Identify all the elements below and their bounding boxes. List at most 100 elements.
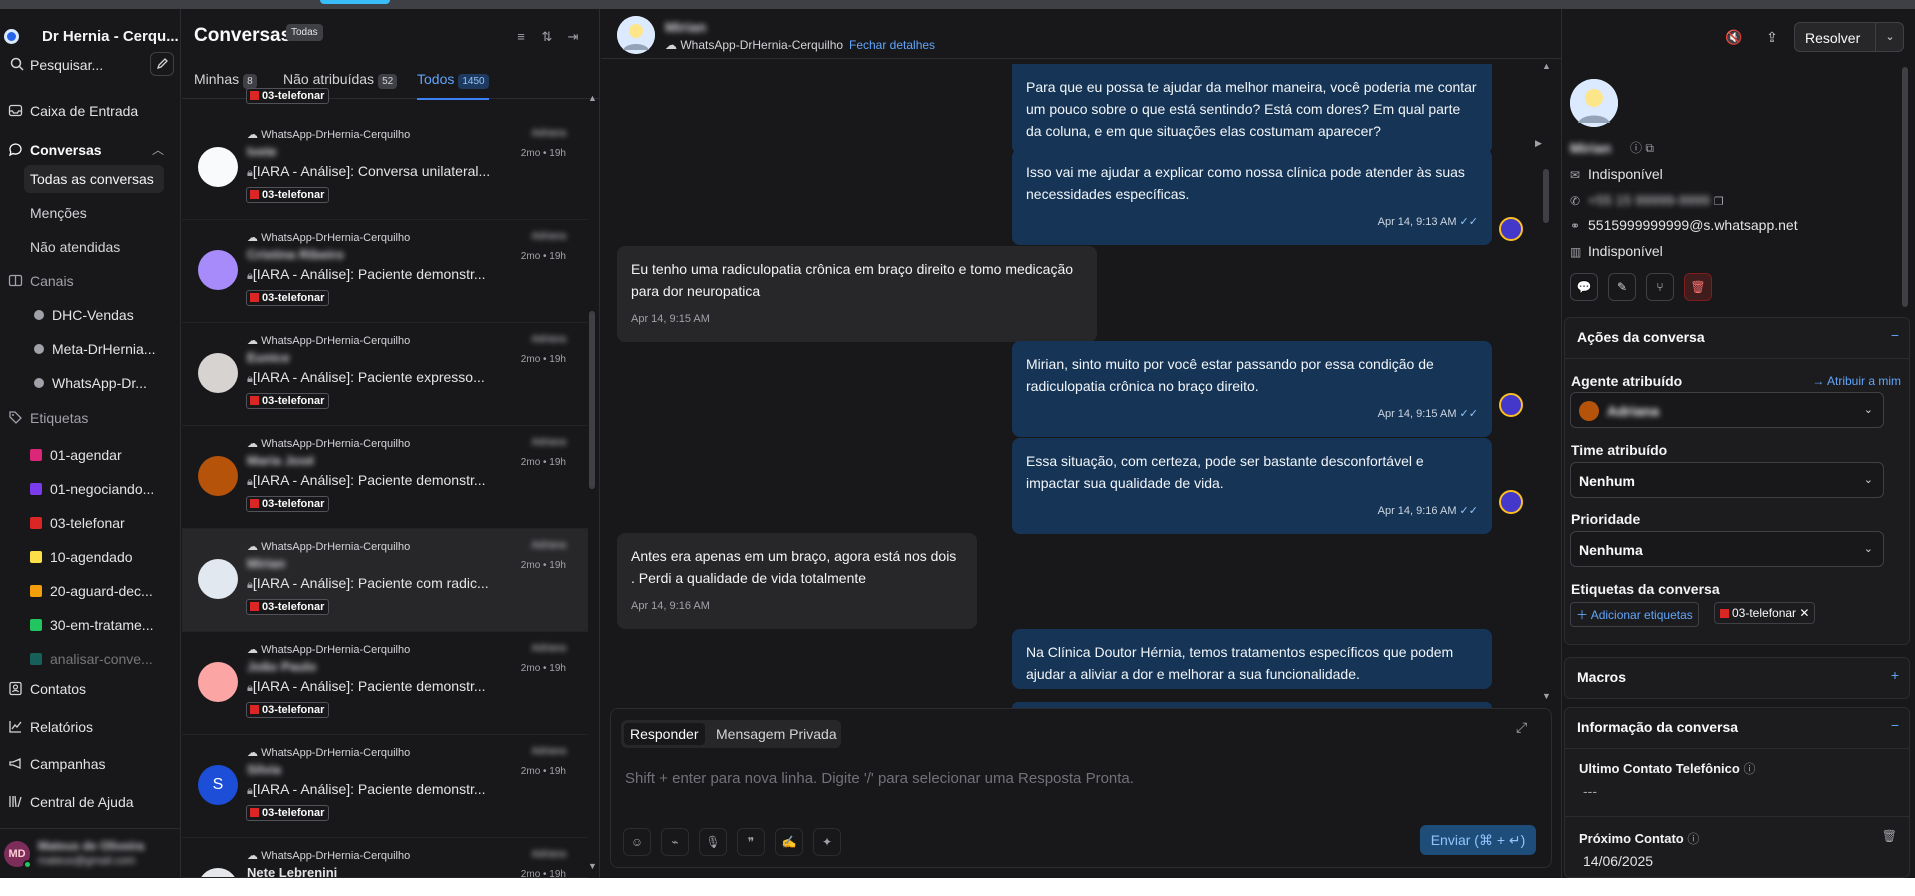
chat-scrollbar[interactable] xyxy=(1543,169,1549,223)
send-button[interactable]: Enviar (⌘ + ↵) xyxy=(1420,825,1536,855)
chevron-down-icon[interactable]: ⌄ xyxy=(1875,23,1904,51)
conversation-item[interactable]: ☁ WhatsApp-DrHernia-Cerquilho Cristina Ri… xyxy=(182,220,588,323)
edit-contact-button[interactable]: ✎ xyxy=(1608,273,1636,301)
conversation-item[interactable]: ☁ WhatsApp-DrHernia-Cerquilho Mirian Adria… xyxy=(182,529,588,632)
sidebar-label-item[interactable]: analisar-conve... xyxy=(30,645,170,673)
conversation-inbox-name: WhatsApp-DrHernia-Cerquilho xyxy=(261,335,411,347)
collapse-icon[interactable]: − xyxy=(1891,717,1899,733)
scroll-down-icon[interactable]: ▼ xyxy=(588,861,597,871)
copy-icon[interactable]: ❐ xyxy=(1714,196,1724,208)
macros-card[interactable]: Macros + xyxy=(1564,657,1910,699)
quote-icon[interactable]: ❞ xyxy=(737,828,765,856)
close-icon[interactable]: ✕ xyxy=(1799,606,1809,620)
sort-icon[interactable]: ⇅ xyxy=(535,25,559,49)
scroll-down-icon[interactable]: ▼ xyxy=(1542,691,1551,701)
nav-campaigns[interactable]: Campanhas xyxy=(0,750,181,778)
sidebar-label-item[interactable]: 03-telefonar xyxy=(30,509,170,537)
channel-item[interactable]: WhatsApp-Dr... xyxy=(30,369,170,397)
outgoing-message[interactable]: Na Clínica Doutor Hérnia, temos tratamen… xyxy=(1012,629,1492,689)
nav-contacts[interactable]: Contatos xyxy=(0,675,181,703)
nav-all-conversations[interactable]: Todas as conversas xyxy=(24,165,164,193)
conversation-item[interactable]: S ☁ WhatsApp-DrHernia-Cerquilho Silvia Adri… xyxy=(182,735,588,838)
collapse-icon[interactable]: ⇥ xyxy=(561,25,585,49)
list-scrollbar[interactable] xyxy=(589,311,595,489)
avatar xyxy=(198,250,238,290)
nav-reports[interactable]: Relatórios xyxy=(0,713,181,741)
add-labels-button[interactable]: ＋ Adicionar etiquetas xyxy=(1570,602,1699,627)
conversation-item[interactable]: ☁ WhatsApp-DrHernia-Cerquilho Maria José A… xyxy=(182,426,588,529)
sidebar-label-item[interactable]: 30-em-tratame... xyxy=(30,611,170,639)
expand-panel-icon[interactable]: ▶ xyxy=(1535,138,1542,149)
channels-icon xyxy=(8,273,23,291)
sidebar-label-item[interactable]: 01-negociando... xyxy=(30,475,170,503)
conversation-item[interactable]: ☁ WhatsApp-DrHernia-Cerquilho João Paulo A… xyxy=(182,632,588,735)
attachment-icon[interactable]: ⌁ xyxy=(661,828,689,856)
trash-icon[interactable]: 🗑 xyxy=(1882,829,1897,843)
agent-select[interactable]: Adriana ⌄ xyxy=(1570,392,1884,428)
account-switcher[interactable]: Dr Hernia - Cerqu... xyxy=(0,18,181,56)
collapse-icon[interactable]: − xyxy=(1891,327,1899,343)
mute-icon[interactable]: 🔇 xyxy=(1722,25,1746,49)
nav-inbox[interactable]: Caixa de Entrada xyxy=(0,97,181,125)
nav-channels[interactable]: Canais xyxy=(0,267,181,295)
user-menu[interactable]: MD Mateus de Oliveira mateus@gmail.com xyxy=(0,828,181,878)
outgoing-message[interactable]: Isso vai me ajudar a explicar como nossa… xyxy=(1012,149,1492,245)
nav-conversations[interactable]: Conversas ︿ xyxy=(0,136,181,164)
filter-icon[interactable]: ≡ xyxy=(509,25,533,49)
team-select[interactable]: Nenhum ⌄ xyxy=(1570,462,1884,498)
outgoing-message[interactable]: Para que eu possa te ajudar da melhor ma… xyxy=(1012,64,1492,154)
microphone-icon[interactable]: 🎙 xyxy=(699,828,727,856)
message-input[interactable]: Shift + enter para nova linha. Digite '/… xyxy=(625,770,1134,787)
nav-unattended[interactable]: Não atendidas xyxy=(24,233,164,261)
conversation-item[interactable]: ☁ WhatsApp-DrHernia-Cerquilho Ivete Adrian… xyxy=(182,117,588,220)
nav-mentions[interactable]: Menções xyxy=(24,199,164,227)
close-details-link[interactable]: Fechar detalhes xyxy=(849,38,935,52)
agent-avatar xyxy=(1499,393,1523,417)
last-call-value[interactable]: --- xyxy=(1583,783,1597,799)
tab-private-note[interactable]: Mensagem Privada xyxy=(710,723,843,745)
sidebar-label-item[interactable]: 10-agendado xyxy=(30,543,170,571)
resolve-button[interactable]: Resolver ⌄ xyxy=(1794,22,1904,52)
panel-scrollbar[interactable] xyxy=(1902,67,1908,307)
status-filter-badge[interactable]: Todas xyxy=(286,24,323,41)
conversation-item[interactable]: ☁ WhatsApp-DrHernia-Cerquilho Eunice Adria… xyxy=(182,323,588,426)
plus-icon[interactable]: + xyxy=(1891,667,1899,683)
contact-avatar[interactable] xyxy=(617,16,655,54)
new-message-button[interactable]: 💬 xyxy=(1570,273,1598,301)
chevron-up-icon[interactable]: ︿ xyxy=(152,141,164,158)
sidebar: Dr Hernia - Cerqu... Pesquisar... Caixa … xyxy=(0,9,181,878)
magic-wand-icon[interactable]: ✦ xyxy=(813,828,841,856)
channel-item[interactable]: Meta-DrHernia... xyxy=(30,335,170,363)
sidebar-label-item[interactable]: 01-agendar xyxy=(30,441,170,469)
nav-labels[interactable]: Etiquetas xyxy=(0,404,181,432)
conversation-item[interactable]: ☁ WhatsApp-DrHernia-Cerquilho Nete Lebren… xyxy=(182,838,588,878)
sidebar-label-text: 30-em-tratame... xyxy=(50,617,154,633)
next-contact-value[interactable]: 14/06/2025 xyxy=(1583,853,1653,869)
emoji-icon[interactable]: ☺ xyxy=(623,828,651,856)
compose-button[interactable] xyxy=(150,52,174,76)
outgoing-message[interactable]: Essa situação, com certeza, pode ser bas… xyxy=(1012,438,1492,534)
conversation-inbox-name: WhatsApp-DrHernia-Cerquilho xyxy=(261,232,411,244)
signature-icon[interactable]: ✍ xyxy=(775,828,803,856)
share-icon[interactable]: ⇪ xyxy=(1760,25,1784,49)
sidebar-label-item[interactable]: 20-aguard-dec... xyxy=(30,577,170,605)
priority-select[interactable]: Nenhuma ⌄ xyxy=(1570,531,1884,567)
merge-contact-button[interactable]: ⑂ xyxy=(1646,273,1674,301)
delete-contact-button[interactable]: 🗑 xyxy=(1684,273,1712,301)
assign-me-link[interactable]: → Atribuir a mim xyxy=(1812,374,1901,388)
tab-unassigned[interactable]: Não atribuídas 52 xyxy=(283,71,398,89)
sidebar-search[interactable]: Pesquisar... xyxy=(6,52,174,78)
tab-mine[interactable]: Minhas 8 xyxy=(194,71,257,89)
scroll-up-icon[interactable]: ▲ xyxy=(1542,61,1551,71)
nav-help-center[interactable]: Central de Ajuda xyxy=(0,788,181,816)
tab-reply[interactable]: Responder xyxy=(624,723,705,745)
channel-item[interactable]: DHC-Vendas xyxy=(30,301,170,329)
incoming-message[interactable]: Eu tenho uma radiculopatia crônica em br… xyxy=(617,246,1097,342)
outgoing-message[interactable]: Mirian, sinto muito por você estar passa… xyxy=(1012,341,1492,437)
conversation-preview-text: [IARA - Análise]: Paciente demonstr... xyxy=(252,678,486,694)
tab-all[interactable]: Todos 1450 xyxy=(417,71,489,100)
scroll-up-icon[interactable]: ▲ xyxy=(588,93,597,103)
incoming-message[interactable]: Antes era apenas em um braço, agora está… xyxy=(617,533,977,629)
expand-icon[interactable]: ⤢ xyxy=(1516,719,1527,736)
info-icon[interactable]: ⓘ ⧉ xyxy=(1630,139,1654,156)
